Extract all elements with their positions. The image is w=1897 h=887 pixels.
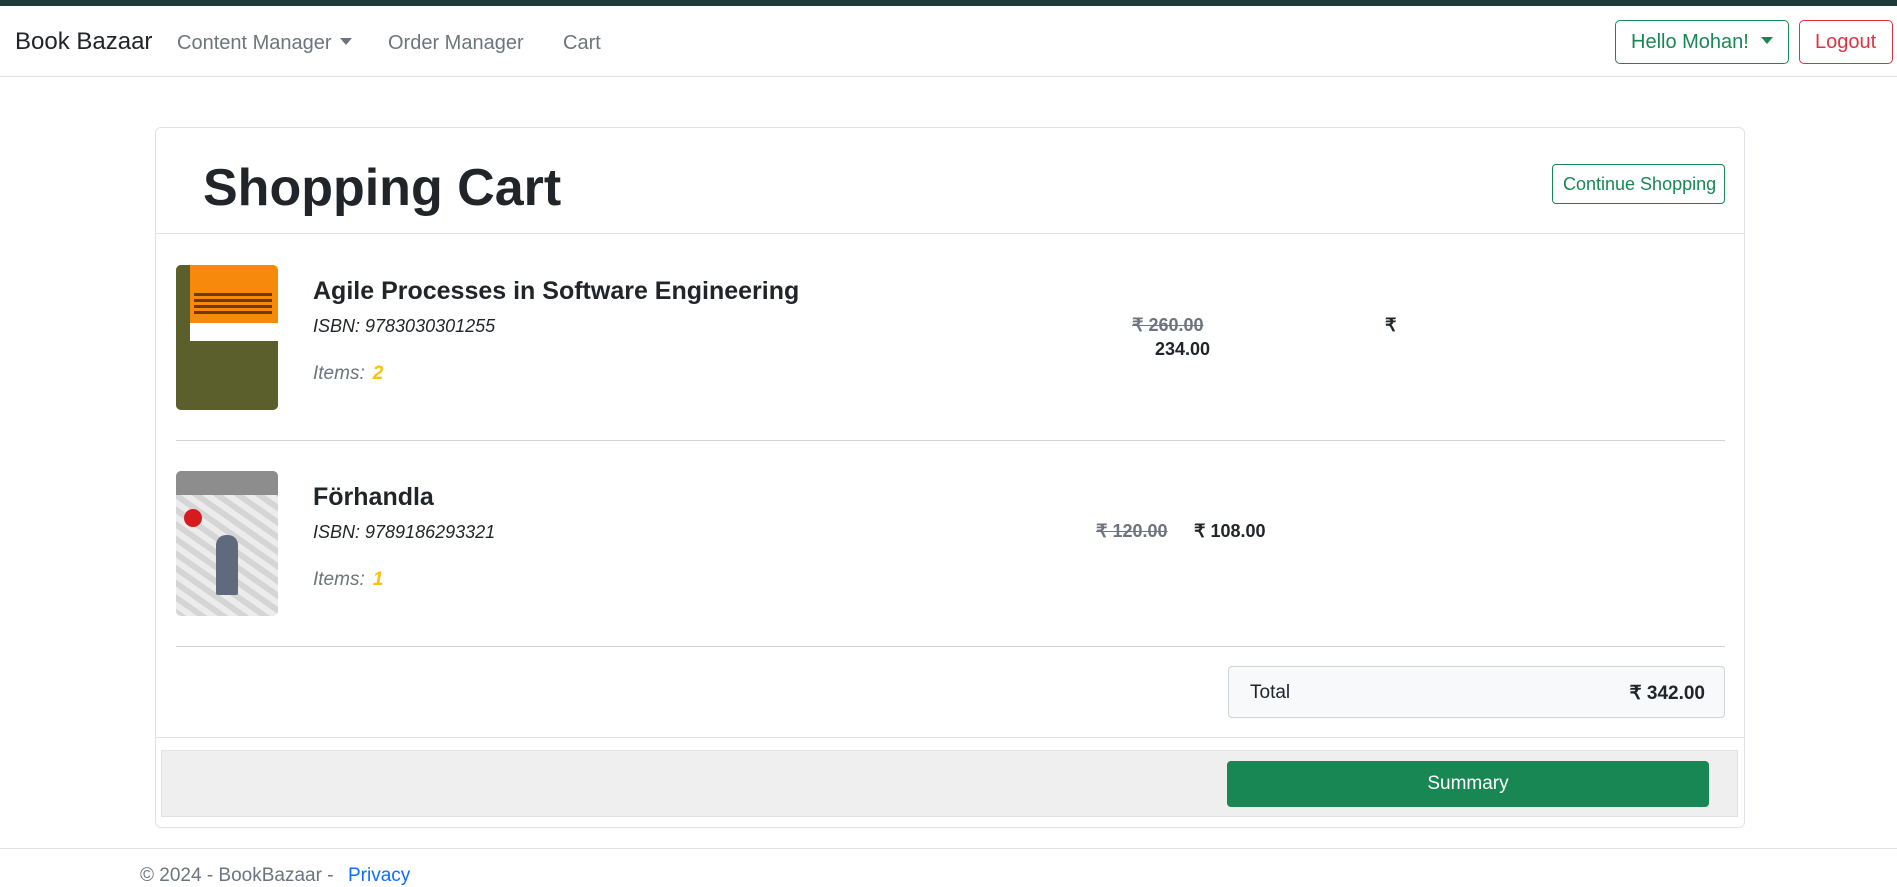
sale-price: 234.00 bbox=[1155, 339, 1211, 359]
summary-button[interactable]: Summary bbox=[1227, 761, 1709, 807]
cart-total: Total ₹ 342.00 bbox=[1228, 666, 1725, 718]
copyright-text: © 2024 - BookBazaar - bbox=[140, 865, 334, 886]
quantity-value: 2 bbox=[372, 363, 384, 384]
quantity-value: 1 bbox=[372, 569, 384, 590]
item-quantity: Items: 1 bbox=[313, 569, 383, 591]
cart-footer: Summary bbox=[156, 737, 1744, 827]
sale-price: ₹ 108.00 bbox=[1194, 521, 1266, 541]
page-title: Shopping Cart bbox=[203, 159, 562, 217]
user-menu-label: Hello Mohan! bbox=[1631, 31, 1749, 53]
continue-shopping-button[interactable]: Continue Shopping bbox=[1552, 164, 1725, 204]
item-title: Förhandla bbox=[313, 483, 434, 511]
list-price: ₹ 120.00 bbox=[1096, 521, 1168, 541]
total-label: Total bbox=[1250, 682, 1291, 703]
quantity-label: Items: bbox=[313, 363, 365, 384]
list-price: ₹ 260.00 bbox=[1132, 315, 1204, 335]
user-menu-button[interactable]: Hello Mohan! bbox=[1615, 20, 1789, 64]
item-isbn: ISBN: 9783030301255 bbox=[313, 316, 496, 336]
cart-item: Förhandla ISBN: 9789186293321 Items: 1 ₹ … bbox=[176, 441, 1725, 647]
cart-card: Shopping Cart Continue Shopping Agile Pr… bbox=[155, 127, 1745, 828]
nav-order-manager[interactable]: Order Manager bbox=[388, 32, 524, 55]
item-isbn: ISBN: 9789186293321 bbox=[313, 522, 496, 542]
page-footer: © 2024 - BookBazaar - Privacy bbox=[0, 848, 1897, 886]
caret-down-icon bbox=[339, 38, 352, 45]
logout-button[interactable]: Logout bbox=[1799, 20, 1893, 64]
nav-content-manager-label: Content Manager bbox=[177, 32, 332, 54]
privacy-link[interactable]: Privacy bbox=[348, 865, 410, 887]
cart-item: Agile Processes in Software Engineering … bbox=[176, 235, 1725, 441]
nav-cart[interactable]: Cart bbox=[563, 32, 601, 55]
item-title: Agile Processes in Software Engineering bbox=[313, 277, 800, 305]
book-cover-image bbox=[176, 265, 278, 410]
book-cover-image bbox=[176, 471, 278, 616]
cart-header: Shopping Cart Continue Shopping bbox=[156, 128, 1744, 234]
caret-down-icon bbox=[1760, 37, 1773, 44]
item-quantity: Items: 2 bbox=[313, 363, 383, 385]
quantity-label: Items: bbox=[313, 569, 365, 590]
nav-content-manager[interactable]: Content Manager bbox=[177, 32, 352, 55]
total-value: ₹ 342.00 bbox=[1629, 683, 1705, 704]
sale-price-symbol: ₹ bbox=[1385, 315, 1397, 335]
navbar: Book Bazaar Content Manager Order Manage… bbox=[0, 6, 1897, 77]
brand-logo[interactable]: Book Bazaar bbox=[15, 28, 152, 56]
